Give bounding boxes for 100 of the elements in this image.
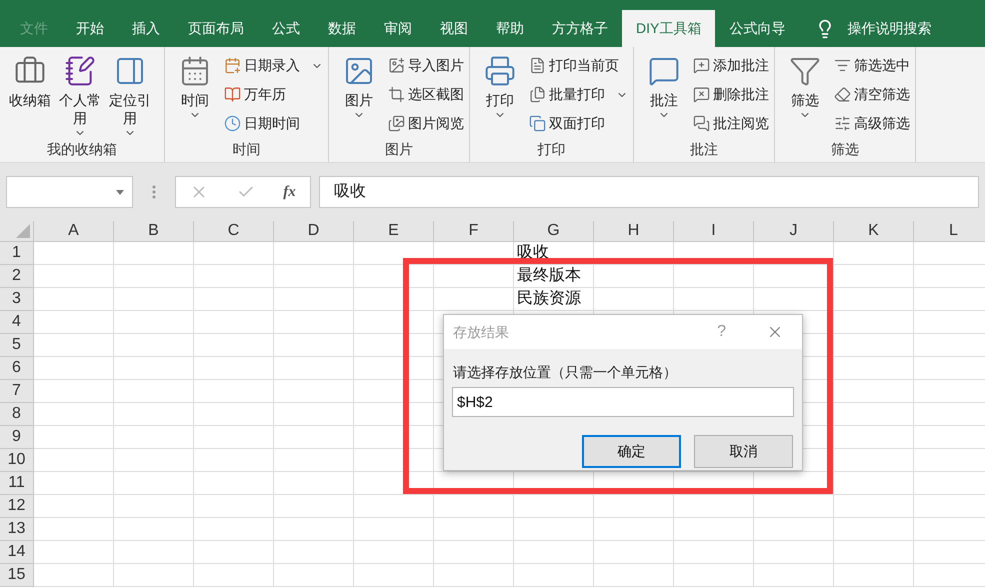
ribbon-button[interactable]: 打印当前页 xyxy=(529,51,628,80)
sheet-cell[interactable] xyxy=(274,357,354,380)
sheet-cell[interactable] xyxy=(754,518,834,541)
column-header[interactable]: E xyxy=(354,221,434,242)
ribbon-tab[interactable]: 开始 xyxy=(62,10,118,47)
ribbon-button[interactable]: 日期录入 xyxy=(224,51,323,80)
sheet-cell[interactable] xyxy=(834,242,914,265)
column-header[interactable]: H xyxy=(594,221,674,242)
row-header[interactable]: 9 xyxy=(0,426,34,449)
sheet-cell[interactable] xyxy=(594,472,674,495)
sheet-cell[interactable] xyxy=(114,265,194,288)
sheet-cell[interactable] xyxy=(274,288,354,311)
sheet-cell[interactable] xyxy=(754,541,834,564)
sheet-cell[interactable] xyxy=(194,357,274,380)
sheet-cell[interactable] xyxy=(114,403,194,426)
name-box[interactable] xyxy=(6,176,133,208)
sheet-cell[interactable] xyxy=(354,541,434,564)
sheet-cell[interactable] xyxy=(34,265,114,288)
column-header[interactable]: D xyxy=(274,221,354,242)
sheet-cell[interactable] xyxy=(434,564,514,587)
sheet-cell[interactable] xyxy=(34,380,114,403)
ribbon-button[interactable]: 万年历 xyxy=(224,80,323,109)
sheet-cell[interactable] xyxy=(354,288,434,311)
sheet-cell[interactable] xyxy=(194,495,274,518)
ribbon-button[interactable]: 批注阅览 xyxy=(693,109,769,138)
sheet-cell[interactable] xyxy=(34,541,114,564)
sheet-cell[interactable]: 最终版本 xyxy=(514,265,594,288)
ribbon-button[interactable]: 筛选 xyxy=(780,51,830,139)
sheet-cell[interactable] xyxy=(674,265,754,288)
sheet-cell[interactable] xyxy=(754,242,834,265)
row-header[interactable]: 2 xyxy=(0,265,34,288)
sheet-cell[interactable] xyxy=(354,265,434,288)
row-header[interactable]: 1 xyxy=(0,242,34,265)
sheet-cell[interactable] xyxy=(34,288,114,311)
sheet-cell[interactable] xyxy=(114,541,194,564)
sheet-cell[interactable] xyxy=(834,403,914,426)
search-label[interactable]: 操作说明搜索 xyxy=(847,18,932,39)
sheet-cell[interactable] xyxy=(754,288,834,311)
sheet-cell[interactable] xyxy=(114,564,194,587)
sheet-cell[interactable] xyxy=(274,265,354,288)
sheet-cell[interactable] xyxy=(274,449,354,472)
sheet-cell[interactable] xyxy=(354,242,434,265)
sheet-cell[interactable] xyxy=(274,380,354,403)
sheet-cell[interactable] xyxy=(594,564,674,587)
sheet-cell[interactable] xyxy=(354,311,434,334)
sheet-cell[interactable] xyxy=(194,518,274,541)
sheet-cell[interactable] xyxy=(34,564,114,587)
sheet-cell[interactable] xyxy=(354,564,434,587)
row-header[interactable]: 8 xyxy=(0,403,34,426)
sheet-cell[interactable] xyxy=(674,472,754,495)
sheet-cell[interactable] xyxy=(354,357,434,380)
sheet-cell[interactable] xyxy=(114,357,194,380)
sheet-cell[interactable] xyxy=(354,518,434,541)
column-header[interactable]: G xyxy=(514,221,594,242)
row-header[interactable]: 12 xyxy=(0,495,34,518)
sheet-cell[interactable] xyxy=(834,426,914,449)
sheet-cell[interactable] xyxy=(834,311,914,334)
row-header[interactable]: 3 xyxy=(0,288,34,311)
sheet-cell[interactable] xyxy=(274,541,354,564)
column-header[interactable]: B xyxy=(114,221,194,242)
column-header[interactable]: A xyxy=(34,221,114,242)
row-header[interactable]: 4 xyxy=(0,311,34,334)
sheet-cell[interactable] xyxy=(114,380,194,403)
sheet-cell[interactable] xyxy=(114,518,194,541)
ribbon-tab[interactable]: 公式 xyxy=(258,10,314,47)
column-header[interactable]: L xyxy=(914,221,985,242)
sheet-cell[interactable] xyxy=(114,495,194,518)
ribbon-tab[interactable]: 公式向导 xyxy=(715,10,800,47)
sheet-cell[interactable] xyxy=(194,311,274,334)
ribbon-button[interactable]: 添加批注 xyxy=(693,51,769,80)
sheet-cell[interactable] xyxy=(114,288,194,311)
sheet-cell[interactable] xyxy=(274,518,354,541)
ribbon-button[interactable]: 选区截图 xyxy=(388,80,464,109)
sheet-cell[interactable] xyxy=(194,334,274,357)
ribbon-button[interactable]: 时间 xyxy=(170,51,220,139)
row-header[interactable]: 14 xyxy=(0,541,34,564)
sheet-cell[interactable] xyxy=(274,564,354,587)
sheet-cell[interactable] xyxy=(34,449,114,472)
sheet-cell[interactable] xyxy=(514,495,594,518)
sheet-cell[interactable] xyxy=(34,311,114,334)
ribbon-button[interactable]: 删除批注 xyxy=(693,80,769,109)
sheet-cell[interactable] xyxy=(514,564,594,587)
sheet-cell[interactable] xyxy=(274,311,354,334)
sheet-cell[interactable] xyxy=(834,518,914,541)
row-header[interactable]: 5 xyxy=(0,334,34,357)
row-header[interactable]: 15 xyxy=(0,564,34,587)
sheet-cell[interactable] xyxy=(594,242,674,265)
column-header[interactable]: J xyxy=(754,221,834,242)
sheet-cell[interactable] xyxy=(34,426,114,449)
sheet-cell[interactable] xyxy=(114,449,194,472)
sheet-cell[interactable] xyxy=(434,288,514,311)
ribbon-button[interactable]: 图片 xyxy=(334,51,384,139)
sheet-cell[interactable] xyxy=(754,564,834,587)
sheet-cell[interactable] xyxy=(194,403,274,426)
sheet-cell[interactable] xyxy=(354,472,434,495)
sheet-cell[interactable] xyxy=(834,357,914,380)
sheet-cell[interactable] xyxy=(194,426,274,449)
ribbon-button[interactable]: 批注 xyxy=(639,51,689,139)
sheet-cell[interactable] xyxy=(274,426,354,449)
ribbon-button[interactable]: 导入图片 xyxy=(388,51,464,80)
